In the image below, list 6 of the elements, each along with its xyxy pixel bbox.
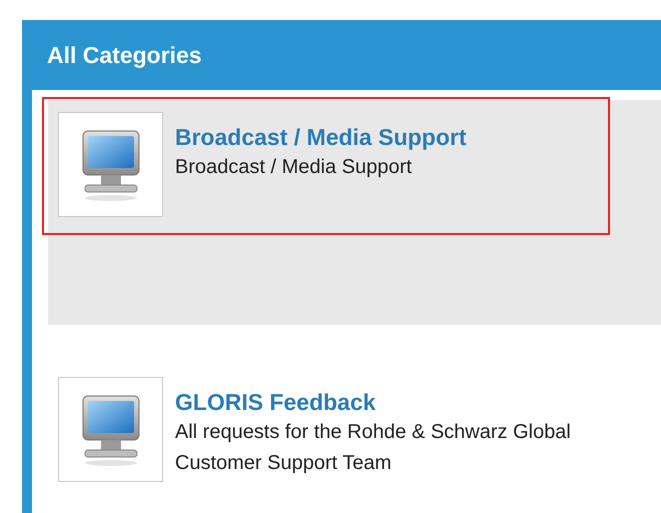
category-description: Broadcast / Media Support: [175, 155, 413, 180]
category-link[interactable]: Broadcast / Media Support: [175, 122, 615, 152]
panel-title: All Categories: [47, 40, 202, 70]
category-link[interactable]: GLORIS Feedback: [175, 387, 615, 417]
category-item[interactable]: GLORIS Feedback All requests for the Rohde & Schwarz Global Customer Support Team: [48, 355, 661, 505]
category-description: All requests for the Rohde & Schwarz Global Customer Support Team: [175, 420, 572, 476]
